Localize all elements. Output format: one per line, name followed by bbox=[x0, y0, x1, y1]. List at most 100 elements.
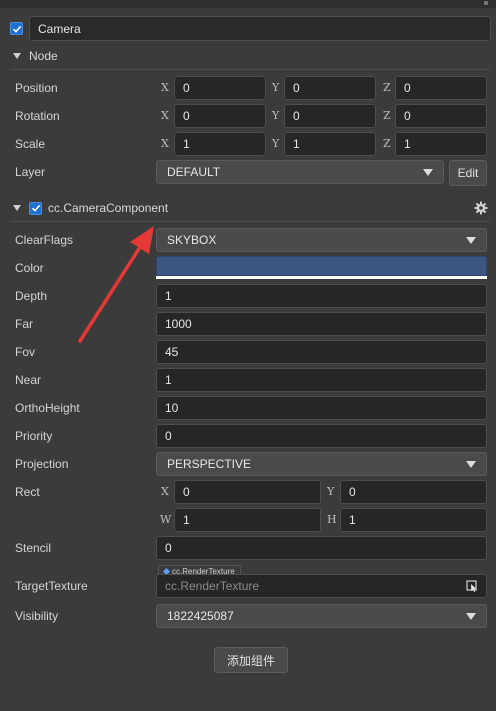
far-value: 1000 bbox=[165, 317, 192, 331]
component-title: cc.CameraComponent bbox=[48, 201, 169, 215]
rect-x-input[interactable]: 0 bbox=[174, 480, 321, 504]
color-picker[interactable] bbox=[156, 256, 487, 279]
rotation-z-axis: Z bbox=[383, 109, 391, 122]
position-y-axis: Y bbox=[272, 81, 280, 94]
collapse-triangle-icon bbox=[13, 53, 21, 59]
clearflags-value: SKYBOX bbox=[167, 233, 217, 247]
node-name-input[interactable]: Camera bbox=[29, 16, 491, 41]
layer-edit-button[interactable]: Edit bbox=[449, 160, 487, 186]
dropdown-caret-icon bbox=[466, 460, 476, 468]
layer-value: DEFAULT bbox=[167, 165, 221, 179]
rect-x-axis: X bbox=[161, 485, 169, 498]
collapse-triangle-icon bbox=[13, 205, 21, 211]
scale-z-axis: Z bbox=[383, 137, 391, 150]
position-x-value: 0 bbox=[183, 81, 190, 95]
color-label: Color bbox=[15, 261, 44, 275]
near-value: 1 bbox=[165, 373, 172, 387]
position-z-input[interactable]: 0 bbox=[395, 76, 487, 100]
stencil-value: 0 bbox=[165, 541, 172, 555]
depth-label: Depth bbox=[15, 289, 48, 303]
targettexture-label: TargetTexture bbox=[15, 579, 88, 593]
orthoheight-input[interactable]: 10 bbox=[156, 396, 487, 420]
rect-w-axis: W bbox=[160, 513, 172, 526]
position-label: Position bbox=[15, 81, 58, 95]
depth-value: 1 bbox=[165, 289, 172, 303]
dropdown-caret-icon bbox=[466, 236, 476, 244]
scale-z-input[interactable]: 1 bbox=[395, 132, 487, 156]
position-y-input[interactable]: 0 bbox=[284, 76, 376, 100]
color-alpha-bar bbox=[156, 276, 487, 279]
projection-select[interactable]: PERSPECTIVE bbox=[156, 452, 487, 476]
rotation-label: Rotation bbox=[15, 109, 60, 123]
rect-h-input[interactable]: 1 bbox=[340, 508, 487, 532]
near-input[interactable]: 1 bbox=[156, 368, 487, 392]
scale-label: Scale bbox=[15, 137, 46, 151]
depth-input[interactable]: 1 bbox=[156, 284, 487, 308]
stencil-label: Stencil bbox=[15, 541, 52, 555]
position-z-axis: Z bbox=[383, 81, 391, 94]
near-label: Near bbox=[15, 373, 42, 387]
rotation-z-input[interactable]: 0 bbox=[395, 104, 487, 128]
clearflags-label: ClearFlags bbox=[15, 233, 74, 247]
position-x-input[interactable]: 0 bbox=[174, 76, 266, 100]
rotation-x-value: 0 bbox=[183, 109, 190, 123]
rect-w-input[interactable]: 1 bbox=[174, 508, 321, 532]
fov-label: Fov bbox=[15, 345, 36, 359]
top-strip bbox=[0, 0, 496, 8]
fov-input[interactable]: 45 bbox=[156, 340, 487, 364]
position-x-axis: X bbox=[161, 81, 169, 94]
layer-edit-label: Edit bbox=[457, 166, 479, 180]
rect-y-input[interactable]: 0 bbox=[340, 480, 487, 504]
scale-x-axis: X bbox=[161, 137, 169, 150]
orthoheight-value: 10 bbox=[165, 401, 179, 415]
node-name-text: Camera bbox=[38, 21, 81, 36]
far-input[interactable]: 1000 bbox=[156, 312, 487, 336]
projection-value: PERSPECTIVE bbox=[167, 457, 252, 471]
layer-select[interactable]: DEFAULT bbox=[156, 160, 444, 184]
dropdown-caret-icon bbox=[466, 612, 476, 620]
annotation-arrow-icon bbox=[78, 226, 154, 343]
priority-input[interactable]: 0 bbox=[156, 424, 487, 448]
check-icon bbox=[31, 204, 40, 212]
rotation-x-input[interactable]: 0 bbox=[174, 104, 266, 128]
scale-x-value: 1 bbox=[183, 137, 190, 151]
rect-h-value: 1 bbox=[349, 513, 356, 527]
position-z-value: 0 bbox=[404, 81, 411, 95]
clearflags-select[interactable]: SKYBOX bbox=[156, 228, 487, 252]
scale-y-input[interactable]: 1 bbox=[284, 132, 376, 156]
stencil-input[interactable]: 0 bbox=[156, 536, 487, 560]
check-icon bbox=[12, 25, 21, 33]
fov-value: 45 bbox=[165, 345, 179, 359]
scale-y-value: 1 bbox=[293, 137, 300, 151]
scale-x-input[interactable]: 1 bbox=[174, 132, 266, 156]
rotation-x-axis: X bbox=[161, 109, 169, 122]
gear-icon[interactable] bbox=[474, 201, 488, 215]
visibility-select[interactable]: 1822425087 bbox=[156, 604, 487, 628]
targettexture-asset-field[interactable]: cc.RenderTexture bbox=[156, 574, 487, 598]
node-section-title: Node bbox=[29, 49, 58, 63]
rotation-y-input[interactable]: 0 bbox=[284, 104, 376, 128]
rect-y-value: 0 bbox=[349, 485, 356, 499]
scale-z-value: 1 bbox=[404, 137, 411, 151]
priority-label: Priority bbox=[15, 429, 53, 443]
node-section-divider bbox=[10, 69, 490, 70]
asset-locate-icon[interactable] bbox=[466, 580, 478, 592]
targettexture-placeholder: cc.RenderTexture bbox=[165, 579, 260, 593]
node-active-checkbox[interactable] bbox=[10, 22, 23, 35]
add-component-label: 添加组件 bbox=[226, 653, 275, 668]
add-component-button[interactable]: 添加组件 bbox=[214, 647, 288, 673]
rotation-y-value: 0 bbox=[293, 109, 300, 123]
far-label: Far bbox=[15, 317, 33, 331]
visibility-label: Visibility bbox=[15, 609, 59, 623]
component-enabled-checkbox[interactable] bbox=[29, 201, 42, 215]
rect-w-value: 1 bbox=[183, 513, 190, 527]
orthoheight-label: OrthoHeight bbox=[15, 401, 80, 415]
node-section-header[interactable]: Node bbox=[13, 49, 58, 63]
rect-label: Rect bbox=[15, 485, 40, 499]
rotation-z-value: 0 bbox=[404, 109, 411, 123]
rect-h-axis: H bbox=[327, 513, 337, 526]
scale-y-axis: Y bbox=[272, 137, 280, 150]
priority-value: 0 bbox=[165, 429, 172, 443]
visibility-value: 1822425087 bbox=[167, 609, 234, 623]
camera-component-header[interactable]: cc.CameraComponent bbox=[13, 201, 168, 215]
